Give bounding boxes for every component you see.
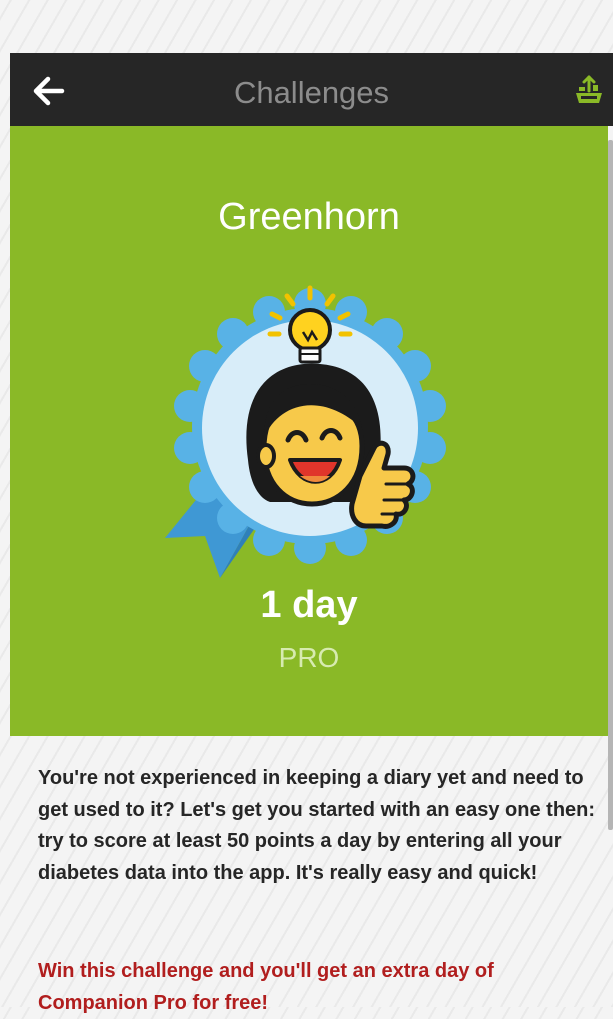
- reward-type-label: PRO: [278, 642, 340, 673]
- app-bar: Challenges: [10, 53, 613, 126]
- lightbulb-thumbs-up-badge-icon: [165, 285, 446, 578]
- arrow-left-icon: [33, 76, 65, 106]
- sync-button[interactable]: [571, 73, 607, 109]
- reward-value: 1 day: [260, 584, 358, 626]
- challenge-name: Greenhorn: [218, 196, 400, 238]
- reward-note: Win this challenge and you'll get an ext…: [38, 960, 494, 1014]
- sync-device-icon: [576, 75, 602, 103]
- challenge-hero: Greenhorn 1 day PRO: [10, 126, 608, 736]
- challenge-description: You're not experienced in keeping a diar…: [38, 767, 596, 884]
- page-title: Challenges: [233, 75, 390, 110]
- status-area: [0, 0, 613, 52]
- back-button[interactable]: [28, 71, 68, 111]
- scrollbar[interactable]: [608, 140, 613, 830]
